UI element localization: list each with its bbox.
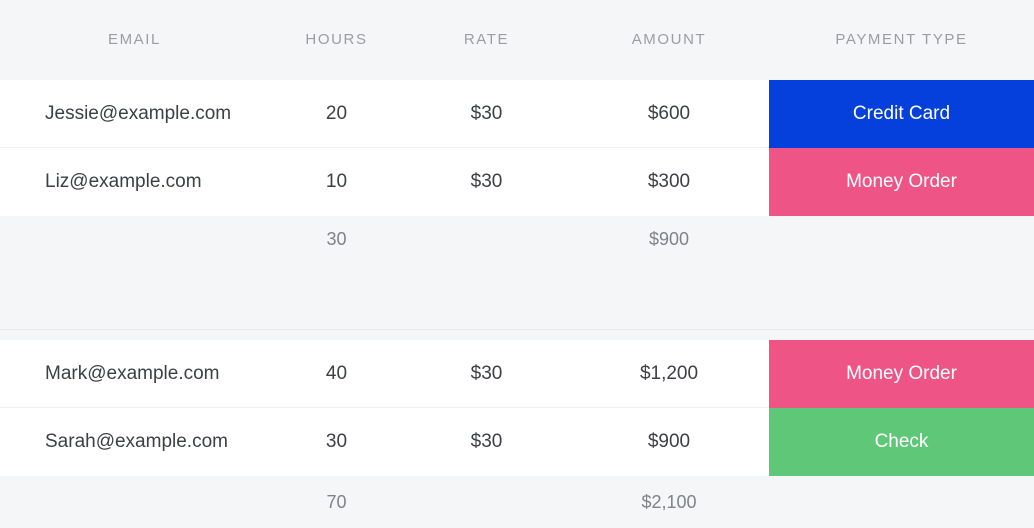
column-header-rate[interactable]: RATE [404, 31, 569, 48]
table-row[interactable]: Jessie@example.com 20 $30 $600 Credit Ca… [0, 80, 1034, 148]
subtotal-hours: 30 [326, 228, 347, 249]
payments-table: EMAIL HOURS RATE AMOUNT PAYMENT TYPE Jes… [0, 0, 1034, 528]
column-header-payment-type[interactable]: PAYMENT TYPE [769, 31, 1034, 48]
subtotal-amount: $900 [648, 228, 690, 249]
payment-type-badge[interactable]: Money Order [769, 148, 1034, 216]
cell-amount: $900 [647, 431, 691, 452]
cell-email: Sarah@example.com [45, 431, 228, 452]
cell-amount: $1,200 [639, 363, 699, 384]
table-row[interactable]: Mark@example.com 40 $30 $1,200 Money Ord… [0, 340, 1034, 408]
column-header-amount[interactable]: AMOUNT [569, 31, 769, 48]
cell-rate: $30 [470, 363, 503, 384]
cell-hours: 10 [325, 171, 348, 192]
column-header-email[interactable]: EMAIL [0, 31, 269, 48]
payment-type-badge[interactable]: Check [769, 408, 1034, 476]
group-subtotal-row: 70 $2,100 [0, 476, 1034, 528]
cell-rate: $30 [470, 171, 503, 192]
cell-hours: 20 [325, 103, 348, 124]
cell-email: Liz@example.com [45, 171, 202, 192]
group-separator-line [0, 329, 1034, 330]
group-subtotal-row: 30 $900 [0, 216, 1034, 262]
payment-type-badge[interactable]: Money Order [769, 340, 1034, 408]
subtotal-hours: 70 [326, 491, 347, 512]
table-header-row: EMAIL HOURS RATE AMOUNT PAYMENT TYPE [0, 0, 1034, 79]
cell-hours: 30 [325, 431, 348, 452]
payment-type-badge[interactable]: Credit Card [769, 80, 1034, 148]
cell-rate: $30 [470, 103, 503, 124]
cell-email: Jessie@example.com [45, 103, 232, 124]
cell-amount: $300 [647, 171, 691, 192]
table-row[interactable]: Liz@example.com 10 $30 $300 Money Order [0, 148, 1034, 216]
cell-email: Mark@example.com [45, 363, 220, 384]
cell-hours: 40 [325, 363, 348, 384]
column-header-hours[interactable]: HOURS [269, 31, 404, 48]
subtotal-amount: $2,100 [641, 491, 697, 512]
table-row[interactable]: Sarah@example.com 30 $30 $900 Check [0, 408, 1034, 476]
cell-amount: $600 [647, 103, 691, 124]
cell-rate: $30 [470, 431, 503, 452]
